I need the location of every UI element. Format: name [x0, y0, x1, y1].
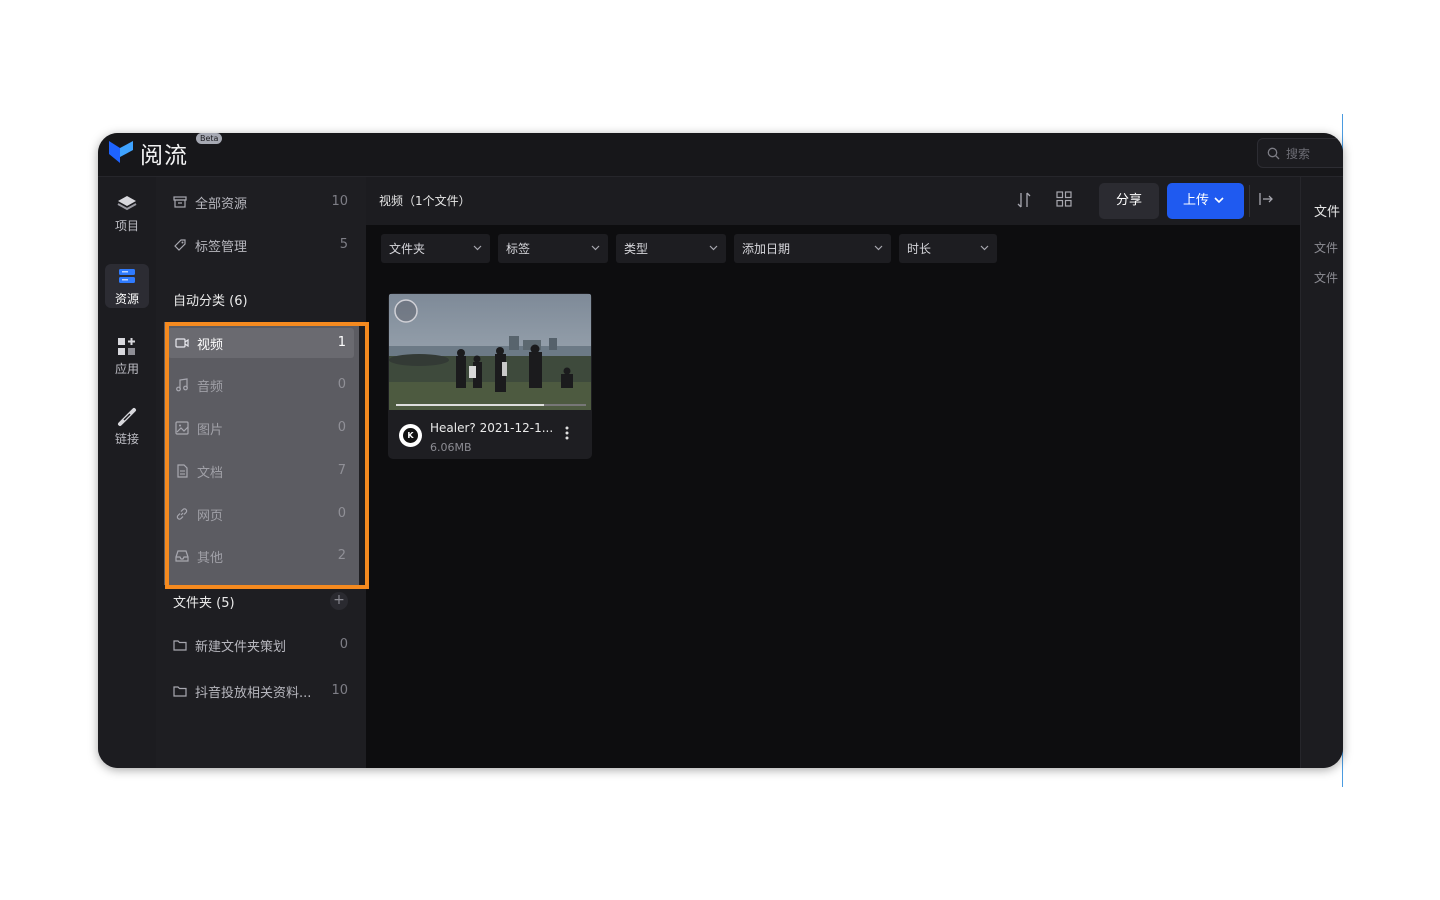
file-card[interactable]: K Healer? 2021-12-1... 6.06MB — [388, 293, 592, 459]
rail-label: 资源 — [114, 292, 139, 306]
folder-item[interactable]: 新建文件夹策划 0 — [166, 630, 356, 660]
file-name: Healer? 2021-12-1... — [430, 421, 554, 435]
upload-label: 上传 — [1183, 193, 1210, 208]
folder-count: 0 — [339, 637, 348, 652]
source-avatar: K — [399, 424, 422, 447]
resource-icon — [119, 269, 135, 283]
page-title: 视频（1个文件） — [379, 194, 471, 208]
search-icon — [1267, 147, 1280, 160]
top-bar: 阅流 Beta 搜索 — [98, 133, 1343, 177]
folder-item[interactable]: 抖音投放相关资料... 10 — [166, 676, 356, 706]
filter-label: 标签 — [506, 242, 531, 256]
filter-duration[interactable]: 时长 — [899, 234, 997, 263]
chevron-down-icon — [1214, 197, 1224, 204]
chevron-down-icon — [591, 245, 600, 251]
collapse-panel-icon[interactable] — [1258, 191, 1274, 207]
sidebar-item-count: 10 — [331, 194, 348, 209]
video-thumbnail — [389, 294, 591, 410]
folder-label: 新建文件夹策划 — [195, 640, 287, 655]
divider — [1249, 185, 1250, 217]
filter-type[interactable]: 类型 — [616, 234, 726, 263]
content-header: 视频（1个文件） 分享 上传 — [366, 177, 1300, 225]
tag-icon — [174, 239, 186, 251]
details-panel: 文件 文件 文件 — [1300, 177, 1343, 768]
main-content: 视频（1个文件） 分享 上传 文件夹 标签 类型 添加日期 时长 K Heale… — [366, 177, 1300, 768]
sidebar-item-label: 全部资源 — [195, 197, 248, 212]
details-title: 文件 — [1314, 205, 1341, 220]
add-folder-button[interactable]: + — [330, 592, 348, 610]
filter-date-added[interactable]: 添加日期 — [734, 234, 891, 263]
details-line: 文件 — [1314, 241, 1339, 255]
filter-folder[interactable]: 文件夹 — [381, 234, 490, 263]
folder-header: 文件夹 (5) — [173, 596, 235, 611]
sort-icon[interactable] — [1016, 191, 1032, 209]
filter-label: 添加日期 — [742, 242, 791, 256]
search-input[interactable]: 搜索 — [1257, 138, 1343, 168]
rail-item-links[interactable]: 链接 — [105, 404, 149, 448]
sidebar-item-all-resources[interactable]: 全部资源 10 — [166, 187, 356, 217]
chevron-down-icon — [980, 245, 989, 251]
rail-item-apps[interactable]: 应用 — [105, 334, 149, 378]
left-rail: 项目 资源 应用 链接 — [98, 177, 156, 768]
upload-button[interactable]: 上传 — [1167, 183, 1244, 219]
rail-item-project[interactable]: 项目 — [105, 191, 149, 235]
sidebar-item-label: 标签管理 — [195, 240, 248, 255]
beta-badge: Beta — [196, 133, 223, 144]
logo-icon — [109, 141, 133, 163]
sidebar-item-count: 5 — [339, 237, 348, 252]
rail-item-resources[interactable]: 资源 — [105, 264, 149, 308]
rail-label: 项目 — [114, 219, 139, 233]
details-line: 文件 — [1314, 271, 1339, 285]
chevron-down-icon — [874, 245, 883, 251]
filter-label: 类型 — [624, 242, 649, 256]
grid-view-icon[interactable] — [1056, 191, 1072, 207]
share-button[interactable]: 分享 — [1099, 183, 1159, 219]
folder-count: 10 — [331, 683, 348, 698]
filter-label: 时长 — [907, 242, 932, 256]
avatar-letter: K — [403, 428, 418, 443]
link-icon — [118, 408, 136, 426]
folder-icon — [173, 640, 187, 651]
search-placeholder: 搜索 — [1286, 147, 1311, 161]
highlight-box — [165, 322, 369, 589]
chevron-down-icon — [473, 245, 482, 251]
folder-label: 抖音投放相关资料... — [195, 686, 312, 701]
file-size: 6.06MB — [430, 441, 472, 454]
rail-label: 链接 — [114, 432, 139, 446]
layers-icon — [117, 196, 137, 211]
more-options-icon[interactable] — [565, 426, 569, 440]
archive-icon — [173, 196, 187, 208]
chevron-down-icon — [709, 245, 718, 251]
folder-icon — [173, 686, 187, 697]
filter-label: 文件夹 — [389, 242, 426, 256]
rail-label: 应用 — [114, 362, 139, 376]
app-name: 阅流 — [140, 143, 188, 169]
auto-category-header: 自动分类 (6) — [173, 294, 248, 309]
apps-icon — [118, 338, 135, 355]
filter-tag[interactable]: 标签 — [498, 234, 608, 263]
select-checkbox-icon[interactable] — [393, 298, 419, 324]
sidebar-item-tags[interactable]: 标签管理 5 — [166, 230, 356, 260]
